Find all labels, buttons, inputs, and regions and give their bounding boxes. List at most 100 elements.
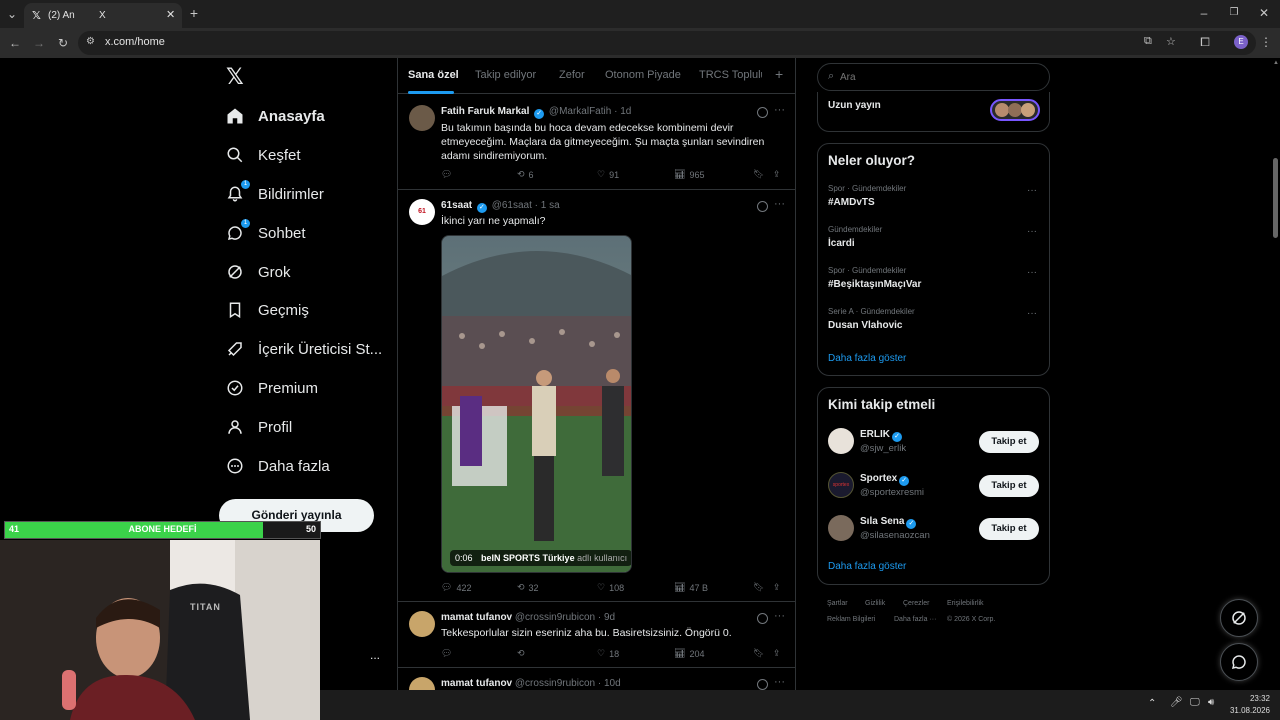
forward-icon[interactable]: → — [31, 36, 47, 50]
trends-show-more-link[interactable]: Daha fazla göster — [828, 353, 906, 364]
avatar[interactable] — [409, 105, 435, 131]
trend-item[interactable]: Serie A · Gündemdekiler Dusan Vlahovic ·… — [818, 303, 1049, 343]
trend-more-icon[interactable]: ··· — [1027, 226, 1037, 237]
tweet-author-name[interactable]: mamat tufanov — [441, 612, 512, 623]
tray-overflow-icon[interactable]: ⌃ — [1148, 698, 1156, 709]
messages-fab[interactable] — [1220, 643, 1258, 681]
retweet-icon[interactable]: ⟲ 6 — [517, 169, 534, 180]
clock-time[interactable]: 23:32 — [1238, 694, 1270, 703]
tab-otonom-piyade[interactable]: Otonom Piyade — [605, 69, 681, 81]
more-options-icon[interactable]: ··· — [774, 610, 785, 622]
site-info-icon[interactable]: ⚙ — [86, 36, 95, 47]
avatar[interactable]: sportex — [828, 472, 854, 498]
like-icon[interactable]: ♡ 18 — [597, 648, 619, 659]
nav-more[interactable]: Daha fazla — [224, 449, 330, 483]
more-options-icon[interactable]: ··· — [774, 198, 785, 210]
reply-icon[interactable]: 💬︎ — [441, 169, 456, 180]
search-box[interactable]: ⌕ — [817, 63, 1050, 91]
follow-suggestion[interactable]: Sıla Sena ✓ @silasenaozcan Takip et — [818, 511, 1049, 547]
grok-explain-icon[interactable] — [757, 679, 768, 690]
share-icon[interactable]: ⇪ — [773, 648, 781, 659]
share-icon[interactable]: ⇪ — [773, 582, 781, 593]
tweet-time[interactable]: · 1 sa — [535, 200, 560, 211]
search-input[interactable] — [840, 69, 1040, 85]
minimize-icon[interactable]: – — [1196, 6, 1212, 20]
follow-suggestion[interactable]: ERLIK ✓ @sjw_erlik Takip et — [818, 424, 1049, 460]
footer-link-ads-info[interactable]: Reklam Bilgileri — [827, 616, 875, 623]
profile-avatar[interactable]: E — [1234, 35, 1248, 49]
video-credit[interactable]: beIN SPORTS Türkiye — [481, 553, 575, 563]
avatar[interactable] — [828, 428, 854, 454]
avatar[interactable]: 61 — [409, 199, 435, 225]
tweet-author-name[interactable]: Fatih Faruk Markal — [441, 106, 529, 117]
tweet-time[interactable]: · 10d — [598, 678, 621, 689]
volume-icon[interactable]: 🔊︎ — [1208, 697, 1214, 708]
page-scrollbar[interactable]: ▲ — [1271, 58, 1280, 690]
extensions-icon[interactable]: ⧠ — [1197, 35, 1213, 49]
footer-link-more[interactable]: Daha fazla ··· — [894, 616, 936, 623]
nav-notifications[interactable]: 1 Bildirimler — [224, 177, 324, 211]
tweet-author-name[interactable]: 61saat — [441, 200, 472, 211]
grok-explain-icon[interactable] — [757, 613, 768, 624]
tweet-author-name[interactable]: mamat tufanov — [441, 678, 512, 689]
back-icon[interactable]: ← — [7, 36, 23, 50]
address-bar[interactable]: ⚙ x.com/home ⧉ ☆ — [78, 31, 1256, 55]
follow-button[interactable]: Takip et — [979, 431, 1039, 453]
trend-more-icon[interactable]: ··· — [1027, 308, 1037, 319]
nav-grok[interactable]: Grok — [224, 255, 291, 289]
tweet-time[interactable]: · 1d — [614, 106, 631, 117]
scroll-up-icon[interactable]: ▲ — [1273, 60, 1279, 66]
trend-more-icon[interactable]: ··· — [1027, 267, 1037, 278]
tweet-author-handle[interactable]: @crossin9rubicon — [515, 678, 595, 689]
footer-link-terms[interactable]: Şartlar — [827, 600, 848, 607]
tweet[interactable]: mamat tufanov @crossin9rubicon · 9d ··· … — [398, 602, 795, 668]
nav-chat[interactable]: 1 Sohbet — [224, 216, 306, 250]
tweet-time[interactable]: · 9d — [598, 612, 615, 623]
views-icon[interactable]: 📊︎ 965 — [674, 169, 704, 180]
views-icon[interactable]: 📊︎ 47 B — [674, 582, 708, 593]
views-icon[interactable]: 📊︎ 204 — [674, 648, 704, 659]
tweet[interactable]: mamat tufanov @crossin9rubicon · 10d ··· — [398, 668, 795, 690]
like-icon[interactable]: ♡ 91 — [597, 169, 619, 180]
add-tab-icon[interactable]: + — [775, 66, 783, 82]
live-card[interactable]: Uzun yayın — [817, 92, 1050, 132]
tab-zefor[interactable]: Zefor — [559, 69, 585, 81]
install-app-icon[interactable]: ⧉ — [1144, 35, 1152, 48]
tab-trcs-topluluk[interactable]: TRCS Toplulu — [699, 69, 762, 81]
reply-icon[interactable]: 💬︎ 422 — [441, 582, 471, 593]
trend-more-icon[interactable]: ··· — [1027, 185, 1037, 196]
trend-item[interactable]: Spor · Gündemdekiler #AMDvTS ··· — [818, 180, 1049, 220]
microphone-icon[interactable]: 🎤︎ — [1170, 697, 1183, 708]
who-show-more-link[interactable]: Daha fazla göster — [828, 561, 906, 572]
live-avatars[interactable] — [990, 99, 1040, 121]
nav-home[interactable]: Anasayfa — [224, 99, 325, 133]
avatar[interactable] — [409, 677, 435, 690]
follow-suggestion[interactable]: sportex Sportex ✓ @sportexresmi Takip et — [818, 468, 1049, 504]
network-icon[interactable]: 🖵︎ — [1190, 697, 1200, 708]
footer-link-cookies[interactable]: Çerezler — [903, 600, 929, 607]
scrollbar-thumb[interactable] — [1273, 158, 1278, 238]
tab-close-icon[interactable]: ✕ — [166, 8, 175, 21]
browser-menu-icon[interactable]: ⋮ — [1258, 35, 1274, 49]
clock-date[interactable]: 31.08.2026 — [1220, 706, 1270, 715]
nav-profile[interactable]: Profil — [224, 410, 292, 444]
footer-link-privacy[interactable]: Gizlilik — [865, 600, 885, 607]
more-options-icon[interactable]: ··· — [774, 676, 785, 688]
grok-explain-icon[interactable] — [757, 107, 768, 118]
tab-for-you[interactable]: Sana özel — [408, 69, 459, 81]
grok-fab[interactable] — [1220, 599, 1258, 637]
avatar[interactable] — [828, 515, 854, 541]
follow-button[interactable]: Takip et — [979, 518, 1039, 540]
like-icon[interactable]: ♡ 108 — [597, 582, 624, 593]
browser-tab[interactable]: 𝕏 (2) An X ✕ — [24, 3, 182, 28]
tweet-author-handle[interactable]: @61saat — [492, 200, 532, 211]
restore-icon[interactable]: ❐ — [1226, 6, 1242, 20]
reply-icon[interactable]: 💬︎ — [441, 648, 456, 659]
tweet-video[interactable]: 0:06 beIN SPORTS Türkiye adlı kullanıcı — [441, 235, 632, 573]
window-close-icon[interactable]: ✕ — [1256, 6, 1272, 20]
bookmark-icon[interactable]: 🔖︎ — [753, 169, 764, 180]
nav-bookmarks[interactable]: Geçmiş — [224, 293, 309, 327]
trend-item[interactable]: Gündemdekiler İcardi ··· — [818, 221, 1049, 261]
bookmark-star-icon[interactable]: ☆ — [1166, 35, 1176, 48]
tweet[interactable]: Fatih Faruk Markal ✓ @MarkalFatih · 1d ·… — [398, 95, 795, 190]
